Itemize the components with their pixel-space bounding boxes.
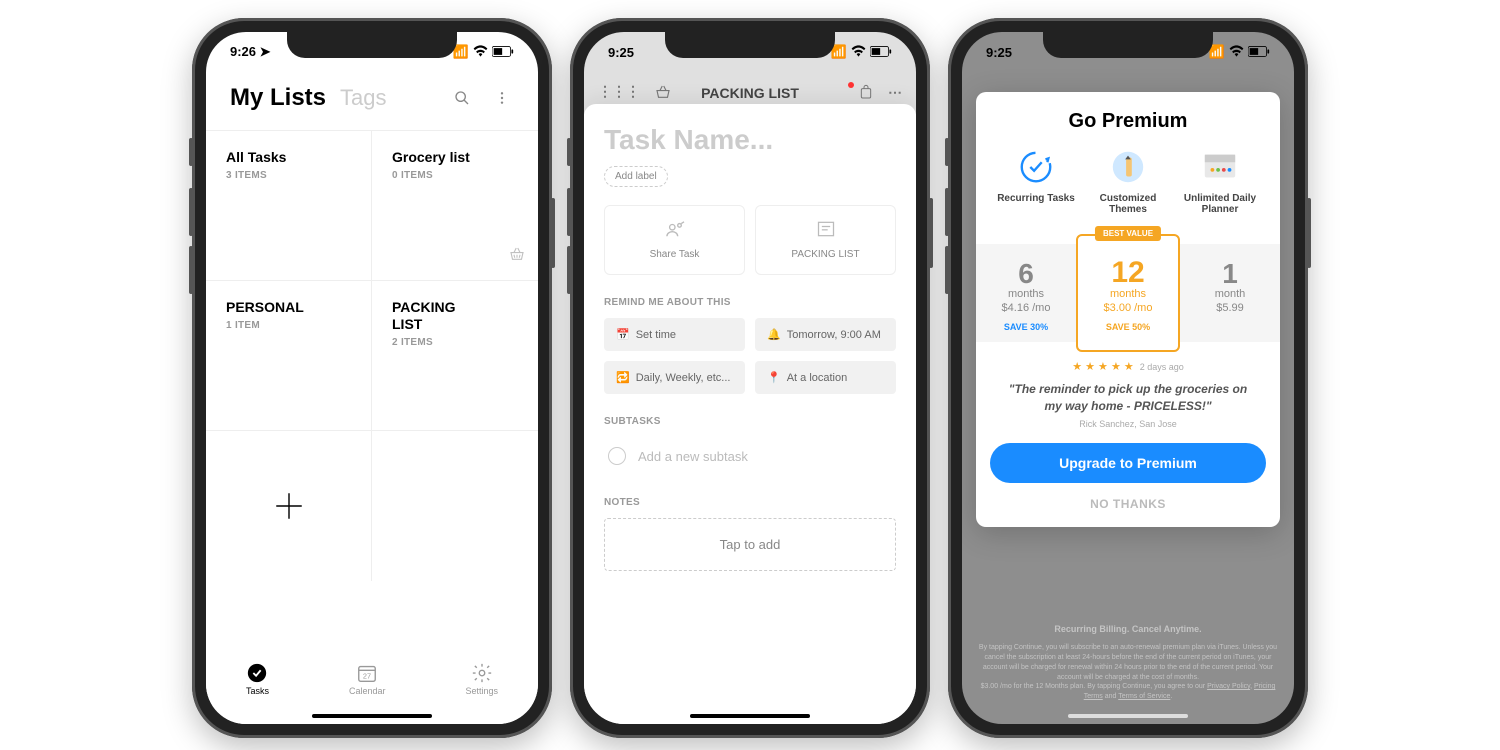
review-stars: ★ ★ ★ ★ ★2 days ago: [990, 360, 1266, 373]
notification-dot: [848, 82, 854, 88]
nav-label: Calendar: [349, 686, 386, 696]
task-sheet: Task Name... Add label Share Task PACKIN…: [584, 104, 916, 724]
battery-icon: [492, 45, 514, 60]
nav-calendar[interactable]: 27 Calendar: [349, 662, 386, 696]
reminder-repeat[interactable]: 🔁Daily, Weekly, etc...: [604, 361, 745, 394]
tos-link[interactable]: Terms of Service: [1118, 693, 1170, 700]
feature-planner: Unlimited Daily Planner: [1180, 147, 1260, 215]
list-name: All Tasks: [226, 149, 316, 166]
review-quote: "The reminder to pick up the groceries o…: [1006, 381, 1250, 415]
privacy-link[interactable]: Privacy Policy: [1207, 683, 1250, 690]
nav-settings[interactable]: Settings: [465, 662, 498, 696]
card-label: Share Task: [650, 249, 700, 260]
battery-icon: [1248, 45, 1270, 60]
wifi-icon: [1229, 45, 1244, 60]
list-name: PERSONAL: [226, 299, 316, 316]
premium-modal: Go Premium Recurring Tasks Customized Th…: [976, 92, 1280, 527]
more-horizontal-icon[interactable]: ⋯: [888, 84, 902, 103]
no-thanks-button[interactable]: NO THANKS: [990, 497, 1266, 511]
review-author: Rick Sanchez, San Jose: [990, 419, 1266, 429]
home-indicator[interactable]: [1068, 714, 1188, 718]
status-time: 9:25: [986, 45, 1012, 60]
calendar-icon: 📅: [616, 328, 630, 341]
modal-title: Go Premium: [990, 110, 1266, 133]
phone-task-detail: 9:25 📶 ⋮⋮⋮ PACKING LIST ⋯ Task Name... A…: [570, 18, 930, 738]
tab-tags[interactable]: Tags: [340, 85, 386, 111]
bottom-nav: Tasks 27 Calendar Settings: [206, 644, 538, 724]
list-count: 2 ITEMS: [392, 337, 518, 348]
location-arrow-icon: ➤: [260, 44, 271, 59]
themes-icon: [1108, 147, 1148, 187]
share-icon: [605, 220, 744, 241]
list-assign-button[interactable]: PACKING LIST: [755, 205, 896, 275]
home-indicator[interactable]: [312, 714, 432, 718]
grid-icon[interactable]: ⋮⋮⋮: [598, 83, 640, 104]
notes-input[interactable]: Tap to add: [604, 518, 896, 571]
plan-12mo[interactable]: BEST VALUE 12 months $3.00 /mo SAVE 50%: [1076, 234, 1180, 352]
feature-recurring: Recurring Tasks: [996, 147, 1076, 215]
basket-icon: [508, 245, 526, 268]
recurring-icon: [1016, 147, 1056, 187]
bell-icon: 🔔: [767, 328, 781, 341]
check-circle-icon: [246, 662, 268, 684]
status-time: 9:26: [230, 44, 256, 59]
battery-icon: [870, 45, 892, 60]
section-notes: NOTES: [604, 497, 896, 508]
status-icons: 📶: [831, 44, 892, 60]
status-icons: 📶: [1209, 44, 1270, 60]
card-label: PACKING LIST: [791, 249, 859, 260]
feature-themes: Customized Themes: [1088, 147, 1168, 215]
add-subtask-input[interactable]: Add a new subtask: [604, 437, 896, 475]
add-label-button[interactable]: Add label: [604, 166, 668, 187]
reminder-tomorrow[interactable]: 🔔Tomorrow, 9:00 AM: [755, 318, 896, 351]
reminder-location[interactable]: 📍At a location: [755, 361, 896, 394]
list-grocery[interactable]: Grocery list 0 ITEMS: [372, 131, 538, 281]
list-name: Grocery list: [392, 149, 482, 166]
nav-label: Tasks: [246, 686, 269, 696]
checkbox-icon: [608, 447, 626, 465]
wifi-icon: [851, 45, 866, 60]
gear-icon: [471, 662, 493, 684]
task-name-input[interactable]: Task Name...: [604, 124, 896, 156]
phone-mylists: 9:26 ➤ 📶 My Lists Tags All Tasks 3 ITEMS…: [192, 18, 552, 738]
more-icon[interactable]: [490, 86, 514, 110]
section-subtasks: SUBTASKS: [604, 416, 896, 427]
status-time: 9:25: [608, 45, 634, 60]
plan-1mo[interactable]: 1 month $5.99: [1180, 244, 1280, 342]
repeat-icon: 🔁: [616, 371, 630, 384]
list-personal[interactable]: PERSONAL 1 ITEM: [206, 281, 372, 431]
wifi-icon: [473, 45, 488, 60]
calendar-icon: 27: [356, 662, 378, 684]
nav-label: Settings: [465, 686, 498, 696]
list-icon: [756, 220, 895, 241]
plus-icon: [272, 489, 306, 523]
list-packing[interactable]: PACKING LIST 2 ITEMS: [372, 281, 538, 431]
home-indicator[interactable]: [690, 714, 810, 718]
upgrade-button[interactable]: Upgrade to Premium: [990, 443, 1266, 483]
basket-icon[interactable]: [654, 83, 672, 104]
reminder-set-time[interactable]: 📅Set time: [604, 318, 745, 351]
pin-icon: 📍: [767, 371, 781, 384]
bag-icon[interactable]: [858, 84, 874, 103]
add-list-button[interactable]: [206, 431, 372, 581]
list-name: PACKING LIST: [392, 299, 482, 333]
list-count: 1 ITEM: [226, 320, 351, 331]
svg-text:27: 27: [363, 672, 371, 681]
planner-icon: [1200, 147, 1240, 187]
list-all-tasks[interactable]: All Tasks 3 ITEMS: [206, 131, 372, 281]
best-value-badge: BEST VALUE: [1095, 226, 1161, 241]
list-count: 3 ITEMS: [226, 170, 351, 181]
status-icons: 📶: [453, 44, 514, 60]
list-count: 0 ITEMS: [392, 170, 518, 181]
section-reminders: REMIND ME ABOUT THIS: [604, 297, 896, 308]
phone-premium: 9:25 📶 Go Premium Recurring Tasks Custom…: [948, 18, 1308, 738]
nav-tasks[interactable]: Tasks: [246, 662, 269, 696]
tab-mylists[interactable]: My Lists: [230, 84, 326, 112]
legal-text: Recurring Billing. Cancel Anytime. By ta…: [976, 623, 1280, 702]
share-task-button[interactable]: Share Task: [604, 205, 745, 275]
search-icon[interactable]: [450, 86, 474, 110]
plan-6mo[interactable]: 6 months $4.16 /mo SAVE 30%: [976, 244, 1076, 342]
header-title: PACKING LIST: [701, 85, 799, 101]
